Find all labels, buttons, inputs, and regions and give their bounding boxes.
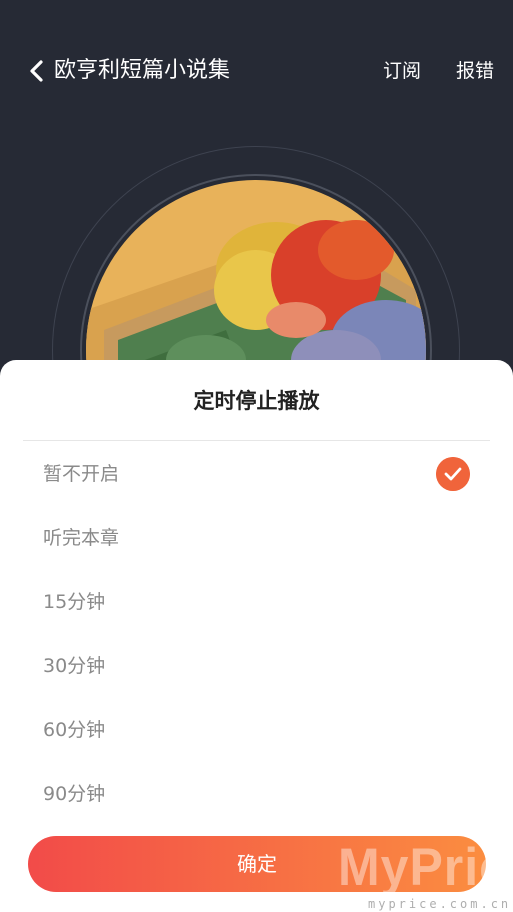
timer-option-60min[interactable]: 60分钟	[0, 698, 513, 762]
option-label: 15分钟	[43, 591, 106, 613]
top-bar: 欧亨利短篇小说集 订阅 报错	[0, 0, 513, 145]
report-error-button[interactable]: 报错	[456, 57, 494, 85]
option-label: 30分钟	[43, 655, 106, 677]
timer-option-90min[interactable]: 90分钟	[0, 762, 513, 826]
option-label: 暂不开启	[43, 463, 120, 485]
timer-option-off[interactable]: 暂不开启	[0, 442, 513, 506]
checkmark-icon	[436, 457, 470, 491]
watermark-domain: myprice.com.cn	[368, 897, 512, 911]
option-label: 60分钟	[43, 719, 106, 741]
option-label: 90分钟	[43, 783, 106, 805]
watermark-logo: MyPrice	[338, 837, 513, 897]
timer-option-30min[interactable]: 30分钟	[0, 634, 513, 698]
timer-option-15min[interactable]: 15分钟	[0, 570, 513, 634]
timer-option-end-of-chapter[interactable]: 听完本章	[0, 506, 513, 570]
book-title: 欧亨利短篇小说集	[54, 58, 231, 83]
subscribe-button[interactable]: 订阅	[383, 57, 421, 85]
option-label: 听完本章	[43, 527, 120, 549]
divider	[23, 440, 490, 441]
sheet-title: 定时停止播放	[193, 389, 320, 413]
timer-bottom-sheet: 定时停止播放 暂不开启 听完本章 15分钟 30分钟 60分钟 90分钟	[0, 360, 513, 912]
chevron-left-icon[interactable]	[26, 58, 48, 84]
